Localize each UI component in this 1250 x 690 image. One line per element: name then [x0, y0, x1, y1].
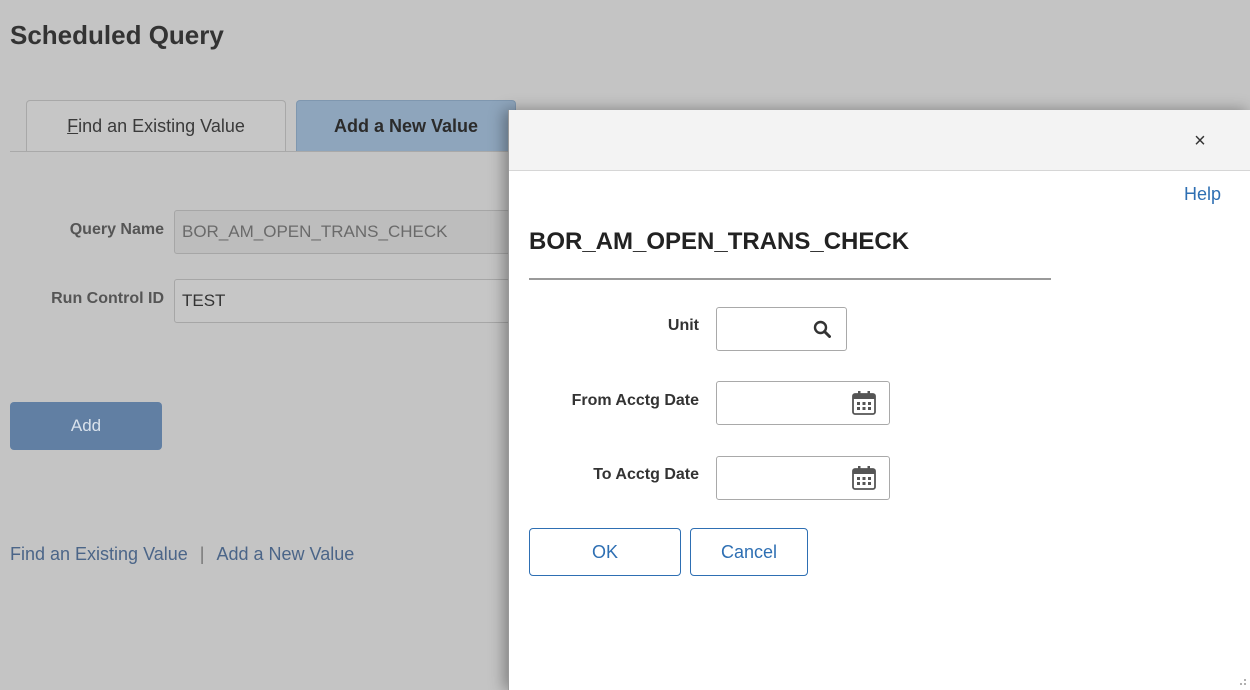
- to-acctg-date-label: To Acctg Date: [593, 466, 699, 483]
- tab-add-label: Add a New Value: [333, 116, 479, 136]
- add-new-value-link[interactable]: Add a New Value: [216, 544, 354, 564]
- query-name-value: BOR_AM_OPEN_TRANS_CHECK: [182, 222, 448, 241]
- search-icon[interactable]: [813, 320, 831, 338]
- query-name-field: BOR_AM_OPEN_TRANS_CHECK: [174, 210, 510, 254]
- unit-label: Unit: [667, 317, 699, 334]
- link-separator: |: [199, 544, 205, 564]
- tab-find-label: Find an Existing Value: [67, 116, 245, 136]
- from-acctg-date-input[interactable]: [716, 381, 890, 425]
- cancel-button[interactable]: Cancel: [690, 528, 808, 576]
- bottom-links: Find an Existing Value | Add a New Value: [10, 544, 354, 565]
- run-control-id-label: Run Control ID: [51, 290, 164, 307]
- calendar-icon[interactable]: [851, 390, 877, 416]
- unit-input[interactable]: [716, 307, 847, 351]
- resize-handle-icon[interactable]: [1237, 676, 1247, 686]
- calendar-icon[interactable]: [851, 465, 877, 491]
- tab-find-existing-value[interactable]: Find an Existing Value: [26, 100, 286, 152]
- query-name-label: Query Name: [69, 221, 164, 238]
- page-title: Scheduled Query: [10, 20, 224, 50]
- run-control-id-input[interactable]: TEST: [174, 279, 510, 323]
- modal-title: BOR_AM_OPEN_TRANS_CHECK: [529, 228, 910, 255]
- from-acctg-date-label: From Acctg Date: [571, 392, 699, 409]
- close-icon[interactable]: ×: [1189, 130, 1211, 152]
- title-divider: [529, 278, 1051, 280]
- tab-add-new-value[interactable]: Add a New Value: [296, 100, 516, 152]
- add-button[interactable]: Add: [10, 402, 162, 450]
- prompt-modal: × Help BOR_AM_OPEN_TRANS_CHECK Unit From…: [508, 110, 1250, 690]
- modal-header: ×: [509, 110, 1250, 171]
- help-link[interactable]: Help: [1184, 184, 1221, 205]
- find-existing-value-link[interactable]: Find an Existing Value: [10, 544, 188, 564]
- ok-button[interactable]: OK: [529, 528, 681, 576]
- to-acctg-date-input[interactable]: [716, 456, 890, 500]
- run-control-id-value: TEST: [182, 291, 226, 310]
- tab-divider: [10, 151, 510, 152]
